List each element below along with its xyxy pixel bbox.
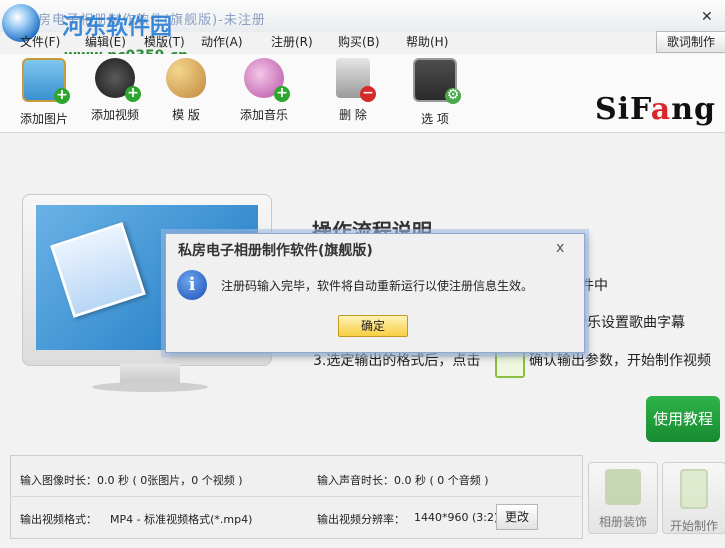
flow-step-3-tail: 确认输出参数，开始制作视频 <box>529 353 711 369</box>
add-video-button[interactable]: + 添加视频 <box>77 58 153 123</box>
options-button[interactable]: ⚙ 选 项 <box>397 58 473 127</box>
menu-file[interactable]: 文件(F) <box>20 33 60 50</box>
brand-accent: a <box>650 92 672 127</box>
brand-logo: SiFang <box>595 92 716 127</box>
info-icon: i <box>177 270 207 300</box>
info-divider <box>10 496 581 497</box>
options-icon: ⚙ <box>413 58 461 104</box>
toolbar-divider <box>0 132 725 133</box>
output-format-label: 输出视频格式： <box>20 513 97 526</box>
menu-register[interactable]: 注册(R) <box>271 33 313 50</box>
delete-trash-icon: − <box>336 58 376 102</box>
menu-buy[interactable]: 购买(B) <box>338 33 380 50</box>
resolution-value: 1440*960 (3:2) <box>414 511 499 524</box>
start-make-label: 开始制作 <box>669 519 718 533</box>
add-video-icon: + <box>95 58 141 102</box>
delete-button[interactable]: − 删 除 <box>315 58 391 123</box>
add-music-icon: + <box>244 58 290 102</box>
brand-left: SiF <box>595 92 651 127</box>
album-decorate-button[interactable]: 相册装饰 <box>588 462 658 534</box>
dialog-close-icon[interactable]: x <box>556 240 564 256</box>
dialog-message: 注册码输入完毕，软件将自动重新运行以使注册信息生效。 <box>221 279 534 293</box>
monitor-base <box>92 382 208 392</box>
menu-help[interactable]: 帮助(H) <box>406 33 448 50</box>
add-image-button[interactable]: + 添加图片 <box>6 58 82 127</box>
start-make-icon <box>680 469 708 509</box>
template-label: 模 版 <box>172 108 200 122</box>
menu-action[interactable]: 动作(A) <box>201 33 243 50</box>
close-icon[interactable]: ✕ <box>701 9 713 25</box>
dialog-title: 私房电子相册制作软件(旗舰版) <box>178 243 373 259</box>
start-make-button[interactable]: 开始制作 <box>662 462 725 534</box>
flow-step-2-tail: 音乐设置歌曲字幕 <box>573 315 685 331</box>
image-duration-text: 输入图像时长：0.0 秒 ( 0张图片，0 个视频 ) <box>20 474 243 487</box>
flow-step-3-head: 3.选定输出的格式后，点击 <box>313 353 481 369</box>
add-image-label: 添加图片 <box>19 112 68 126</box>
tutorial-button[interactable]: 使用教程 <box>646 396 720 442</box>
add-music-label: 添加音乐 <box>239 108 288 122</box>
output-format-value: MP4 - 标准视频格式(*.mp4) <box>110 513 253 526</box>
add-video-label: 添加视频 <box>90 108 139 122</box>
brand-right: ng <box>671 92 716 127</box>
monitor-stand <box>120 364 180 384</box>
delete-label: 删 除 <box>339 108 367 122</box>
lyric-make-button[interactable]: 歌词制作 <box>656 31 725 53</box>
album-decorate-icon <box>605 469 641 505</box>
add-music-button[interactable]: + 添加音乐 <box>226 58 302 123</box>
options-label: 选 项 <box>421 112 449 126</box>
dialog-ok-button[interactable]: 确定 <box>338 315 408 337</box>
album-decorate-label: 相册装饰 <box>598 515 647 529</box>
template-palette-icon <box>166 58 206 98</box>
audio-duration-text: 输入声音时长：0.0 秒 ( 0 个音频 ) <box>317 474 489 487</box>
template-button[interactable]: 模 版 <box>148 58 224 123</box>
resolution-label: 输出视频分辨率： <box>317 513 405 526</box>
change-format-button[interactable]: 更改 <box>496 504 538 530</box>
add-image-icon: + <box>22 58 70 104</box>
